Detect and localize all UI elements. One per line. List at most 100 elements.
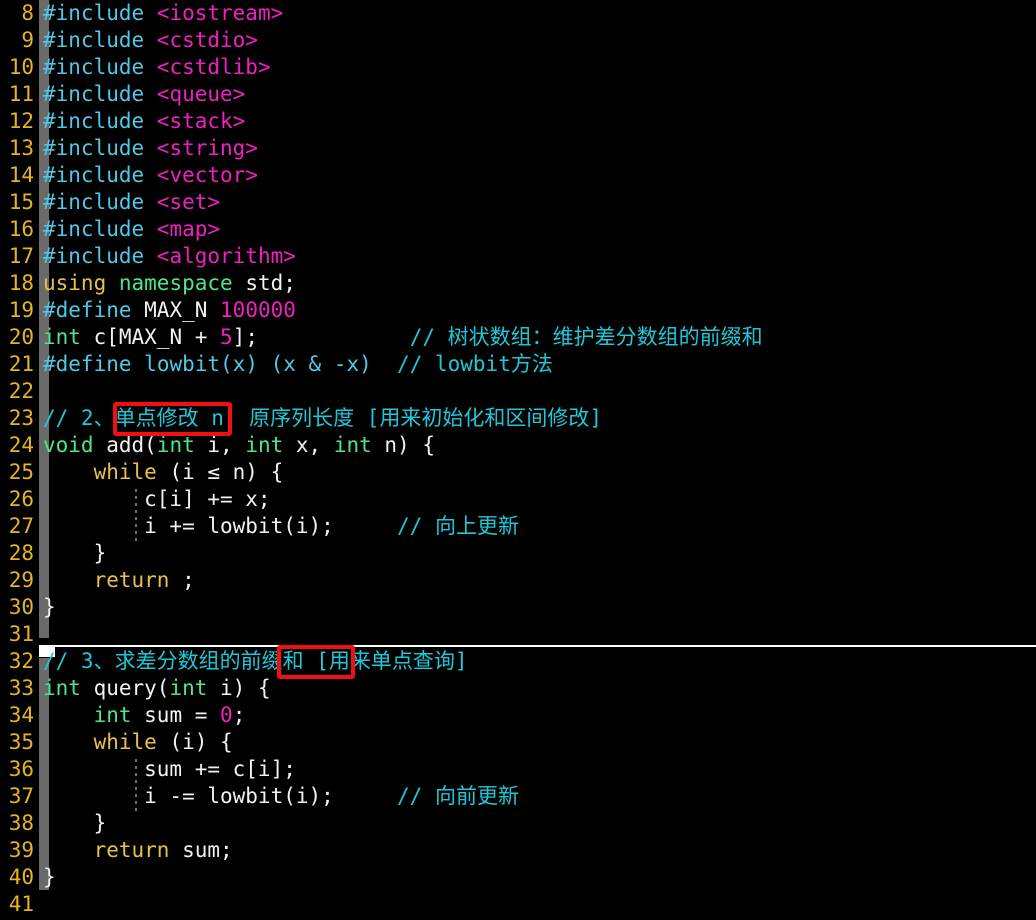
code-line[interactable]: 37 i -= lowbit(i); // 向前更新 (0, 783, 1036, 810)
line-content[interactable]: } (43, 594, 56, 621)
token-type: int (245, 433, 284, 457)
code-line[interactable]: 36 sum += c[i]; (0, 756, 1036, 783)
code-line[interactable]: 12 #include <stack> (0, 108, 1036, 135)
line-content[interactable]: return sum; (43, 837, 233, 864)
line-content[interactable]: i -= lowbit(i); // 向前更新 (43, 783, 519, 810)
code-line[interactable]: 14 #include <vector> (0, 162, 1036, 189)
line-content[interactable]: // 3、求差分数组的前缀和 [用来单点查询] (43, 648, 468, 675)
line-content[interactable]: #include <queue> (43, 81, 245, 108)
code-line[interactable]: 21 #define lowbit(x) (x & -x) // lowbit方法 (0, 351, 1036, 378)
code-line[interactable]: 25 while (i ≤ n) { (0, 459, 1036, 486)
code-line[interactable]: 29 return ; (0, 567, 1036, 594)
code-line[interactable]: 40} (0, 864, 1036, 891)
line-content[interactable]: // 2、单点修改 n: 原序列长度 [用来初始化和区间修改] (43, 405, 602, 432)
line-content[interactable]: #include <cstdlib> (43, 54, 271, 81)
code-line[interactable]: 16 #include <map> (0, 216, 1036, 243)
line-content[interactable]: #define MAX_N 100000 (43, 297, 296, 324)
line-content[interactable]: int sum = 0; (43, 702, 246, 729)
token-pp: #include (43, 190, 157, 214)
code-line[interactable]: 23 // 2、单点修改 n: 原序列长度 [用来初始化和区间修改] (0, 405, 1036, 432)
line-content[interactable]: sum += c[i]; (43, 756, 296, 783)
token-plain: i, (194, 433, 246, 457)
line-content[interactable]: #define lowbit(x) (x & -x) // lowbit方法 (43, 351, 553, 378)
line-content[interactable]: return ; (43, 567, 195, 594)
line-content[interactable]: #include <vector> (43, 162, 258, 189)
code-line[interactable]: 39 return sum; (0, 837, 1036, 864)
token-plain: i) { (207, 676, 271, 700)
code-line[interactable]: 15 #include <set> (0, 189, 1036, 216)
line-number: 8 (21, 1, 34, 25)
line-content[interactable]: } (43, 540, 107, 567)
token-hdr: <stack> (156, 109, 246, 133)
token-comment: // 向上更新 (397, 514, 519, 538)
token-comment: // lowbit方法 (397, 352, 553, 376)
token-kw: while (93, 730, 157, 754)
code-line[interactable]: 20 int c[MAX_N + 5]; // 树状数组：维护差分数组的前缀和 (0, 324, 1036, 351)
code-line[interactable]: 8 #include <iostream> (0, 0, 1036, 27)
token-type: int (93, 703, 132, 727)
code-line[interactable]: 34 int sum = 0; (0, 702, 1036, 729)
code-line[interactable]: 38 } (0, 810, 1036, 837)
code-line[interactable]: 10 #include <cstdlib> (0, 54, 1036, 81)
line-content[interactable]: int c[MAX_N + 5]; // 树状数组：维护差分数组的前缀和 (43, 324, 763, 351)
line-content[interactable]: i += lowbit(i); // 向上更新 (43, 513, 519, 540)
code-line[interactable]: 19 #define MAX_N 100000 (0, 297, 1036, 324)
code-line[interactable]: 41 (0, 891, 1036, 918)
line-number: 27 (8, 514, 34, 538)
code-line[interactable]: 26 c[i] += x; (0, 486, 1036, 513)
line-content[interactable]: while (i ≤ n) { (43, 459, 284, 486)
line-number: 31 (8, 622, 34, 646)
line-content[interactable]: #include <cstdio> (43, 27, 258, 54)
token-plain: (i ≤ n) { (156, 460, 284, 484)
token-comment: // 树状数组：维护差分数组的前缀和 (409, 325, 763, 349)
code-line[interactable]: 33 int query(int i) { (0, 675, 1036, 702)
token-kw: using (43, 271, 107, 295)
line-content[interactable]: #include <set> (43, 189, 220, 216)
line-content[interactable]: } (43, 864, 56, 891)
line-content[interactable]: using namespace std; (43, 270, 296, 297)
token-pp: #include (43, 1, 157, 25)
token-pp: #include (43, 109, 157, 133)
line-content[interactable]: int query(int i) { (43, 675, 271, 702)
token-comment: // 3、求差分数组的前缀和 [用来单点查询] (43, 649, 468, 673)
code-line[interactable]: 31 (0, 621, 1036, 648)
line-number: 37 (8, 784, 34, 808)
token-num: 5 (220, 325, 233, 349)
code-line[interactable]: 27 i += lowbit(i); // 向上更新 (0, 513, 1036, 540)
code-line[interactable]: 13 #include <string> (0, 135, 1036, 162)
token-type: int (169, 676, 208, 700)
code-line[interactable]: 9 #include <cstdio> (0, 27, 1036, 54)
line-number: 21 (8, 352, 34, 376)
token-num: 0 (220, 703, 233, 727)
token-plain: c[MAX_N + (80, 325, 221, 349)
line-content[interactable]: c[i] += x; (43, 486, 270, 513)
line-number: 25 (8, 460, 34, 484)
line-content[interactable]: #include <algorithm> (43, 243, 296, 270)
code-line[interactable]: 17 #include <algorithm> (0, 243, 1036, 270)
token-pp: #include (43, 55, 157, 79)
line-content[interactable]: #include <stack> (43, 108, 245, 135)
code-editor[interactable]: 8 #include <iostream> 9 #include <cstdio> 10… (0, 0, 1036, 920)
line-number: 9 (21, 28, 34, 52)
line-content[interactable]: } (43, 810, 107, 837)
code-line[interactable]: 32 // 3、求差分数组的前缀和 [用来单点查询] (0, 648, 1036, 675)
token-kw: return (93, 568, 170, 592)
line-content[interactable]: void add(int i, int x, int n) { (43, 432, 435, 459)
line-content[interactable]: #include <string> (43, 135, 258, 162)
code-line[interactable]: 24 void add(int i, int x, int n) { (0, 432, 1036, 459)
code-line[interactable]: 35 while (i) { (0, 729, 1036, 756)
token-hdr: <cstdlib> (156, 55, 271, 79)
line-content[interactable]: #include <map> (43, 216, 220, 243)
code-line[interactable]: 18 using namespace std; (0, 270, 1036, 297)
code-line[interactable]: 22 (0, 378, 1036, 405)
line-number: 15 (8, 190, 34, 214)
line-content[interactable]: #include <iostream> (43, 0, 283, 27)
line-content[interactable]: while (i) { (43, 729, 233, 756)
code-line[interactable]: 11 #include <queue> (0, 81, 1036, 108)
code-line[interactable]: 30} (0, 594, 1036, 621)
code-line[interactable]: 28 } (0, 540, 1036, 567)
line-number: 22 (8, 379, 34, 403)
line-number: 36 (8, 757, 34, 781)
token-plain: x, (283, 433, 334, 457)
